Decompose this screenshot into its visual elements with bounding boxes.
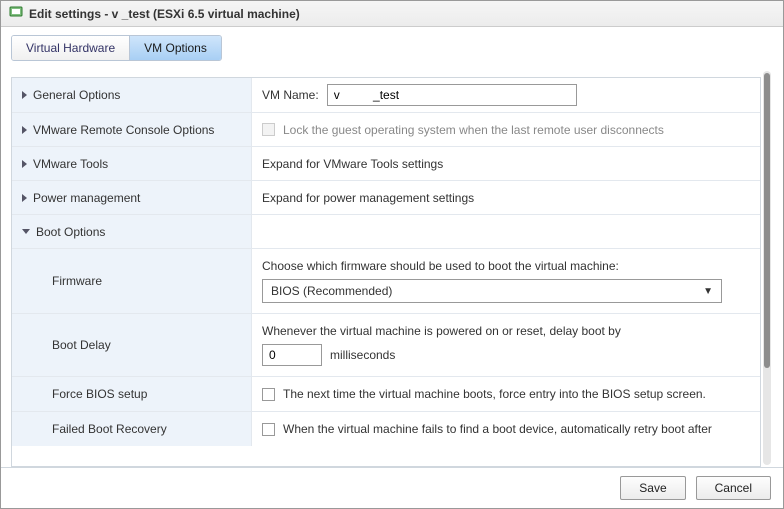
boot-options-label: Boot Options (36, 225, 105, 239)
boot-delay-desc: Whenever the virtual machine is powered … (262, 324, 621, 338)
cancel-button[interactable]: Cancel (696, 476, 771, 500)
vm-name-label: VM Name: (262, 88, 319, 102)
remote-console-label: VMware Remote Console Options (33, 123, 214, 137)
firmware-selected: BIOS (Recommended) (271, 284, 392, 298)
boot-delay-input[interactable] (262, 344, 322, 366)
dialog-title: Edit settings - v _test (ESXi 6.5 virtua… (29, 7, 300, 21)
power-management-label: Power management (33, 191, 140, 205)
boot-delay-unit: milliseconds (330, 348, 395, 362)
firmware-row: Firmware (12, 249, 252, 313)
tab-vm-options[interactable]: VM Options (130, 36, 221, 60)
force-bios-row: Force BIOS setup (12, 377, 252, 411)
force-bios-label: Force BIOS setup (52, 387, 147, 401)
firmware-desc: Choose which firmware should be used to … (262, 259, 619, 273)
lock-guest-os-desc: Lock the guest operating system when the… (283, 123, 664, 137)
failed-boot-checkbox[interactable] (262, 423, 275, 436)
scroll-thumb[interactable] (764, 73, 770, 368)
vm-icon (9, 5, 23, 22)
firmware-label: Firmware (52, 274, 102, 288)
dialog-footer: Save Cancel (1, 467, 783, 508)
edit-settings-dialog: Edit settings - v _test (ESXi 6.5 virtua… (0, 0, 784, 509)
force-bios-desc: The next time the virtual machine boots,… (283, 387, 706, 401)
general-options-label: General Options (33, 88, 120, 102)
boot-delay-label: Boot Delay (52, 338, 111, 352)
boot-delay-row: Boot Delay (12, 314, 252, 376)
save-button[interactable]: Save (620, 476, 685, 500)
firmware-select[interactable]: BIOS (Recommended) ▼ (262, 279, 722, 303)
general-options-row[interactable]: General Options (12, 78, 252, 112)
chevron-right-icon (22, 126, 27, 134)
tab-virtual-hardware[interactable]: Virtual Hardware (12, 36, 130, 60)
failed-boot-desc: When the virtual machine fails to find a… (283, 422, 712, 436)
settings-panel: General Options VM Name: VMware Remote C… (11, 77, 761, 467)
chevron-down-icon (22, 229, 30, 234)
power-management-row[interactable]: Power management (12, 181, 252, 214)
chevron-right-icon (22, 160, 27, 168)
vm-name-input[interactable] (327, 84, 577, 106)
power-management-desc: Expand for power management settings (262, 191, 474, 205)
lock-guest-os-checkbox (262, 123, 275, 136)
vmware-tools-row[interactable]: VMware Tools (12, 147, 252, 180)
tab-bar: Virtual Hardware VM Options (11, 35, 222, 61)
boot-options-row[interactable]: Boot Options (12, 215, 252, 248)
chevron-right-icon (22, 194, 27, 202)
vmware-tools-desc: Expand for VMware Tools settings (262, 157, 443, 171)
vmware-tools-label: VMware Tools (33, 157, 108, 171)
titlebar: Edit settings - v _test (ESXi 6.5 virtua… (1, 1, 783, 27)
remote-console-row[interactable]: VMware Remote Console Options (12, 113, 252, 146)
failed-boot-row: Failed Boot Recovery (12, 412, 252, 446)
chevron-right-icon (22, 91, 27, 99)
failed-boot-label: Failed Boot Recovery (52, 422, 167, 436)
force-bios-checkbox[interactable] (262, 388, 275, 401)
scrollbar[interactable] (761, 69, 773, 467)
dropdown-icon: ▼ (703, 286, 713, 297)
